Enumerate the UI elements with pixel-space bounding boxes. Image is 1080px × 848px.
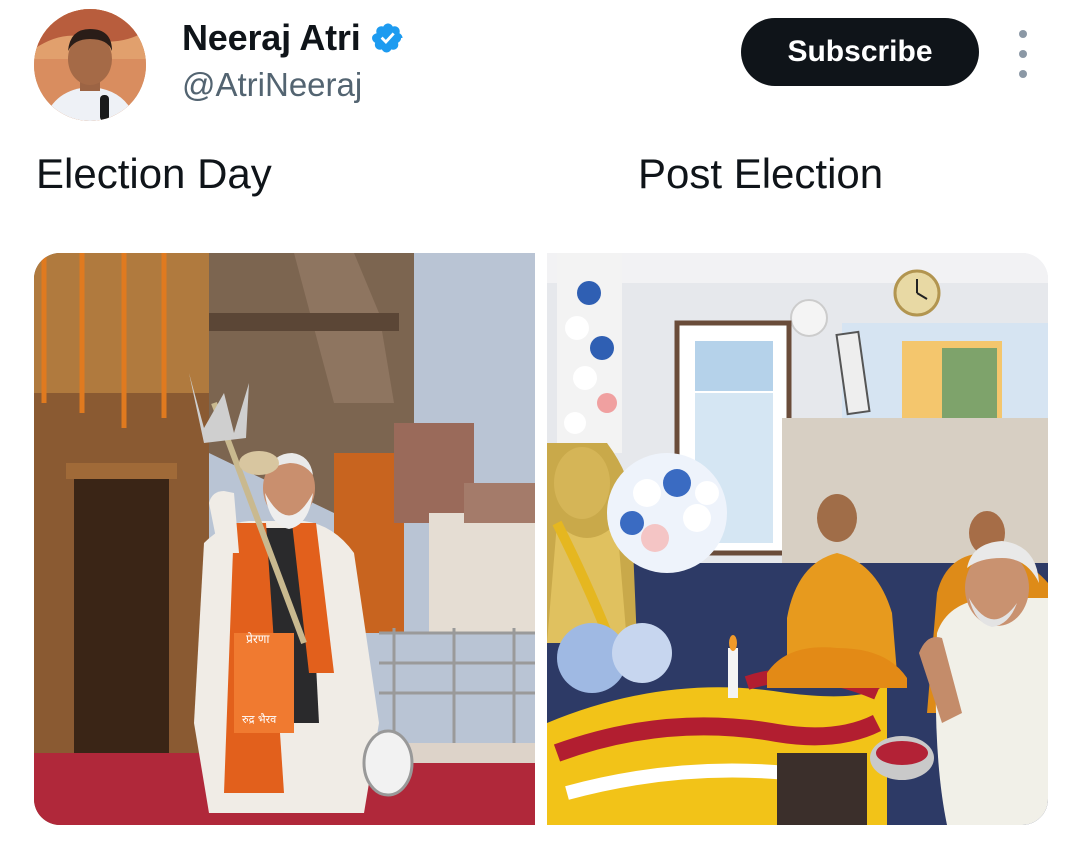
display-name[interactable]: Neeraj Atri xyxy=(182,17,361,59)
verified-badge-icon[interactable] xyxy=(371,21,405,55)
caption-left: Election Day xyxy=(36,150,272,197)
subscribe-button[interactable]: Subscribe xyxy=(741,18,979,86)
prayer-room-photo[interactable] xyxy=(547,253,1048,825)
caption-right: Post Election xyxy=(638,150,884,197)
svg-text:प्रेरणा: प्रेरणा xyxy=(246,632,270,646)
temple-scene-photo[interactable]: प्रेरणा रुद्र भैरव xyxy=(34,253,535,825)
more-vertical-icon[interactable] xyxy=(1008,30,1038,78)
author-block: Neeraj Atri @AtriNeeraj xyxy=(182,16,405,104)
avatar[interactable] xyxy=(34,9,146,121)
name-row: Neeraj Atri xyxy=(182,16,405,60)
media-grid: प्रेरणा रुद्र भैरव xyxy=(34,253,1048,825)
handle[interactable]: @AtriNeeraj xyxy=(182,66,405,104)
tweet: Neeraj Atri @AtriNeeraj Subscribe Electi… xyxy=(0,0,1080,848)
svg-text:रुद्र भैरव: रुद्र भैरव xyxy=(242,713,277,726)
more-dot xyxy=(1019,70,1027,78)
more-dot xyxy=(1019,50,1027,58)
more-dot xyxy=(1019,30,1027,38)
